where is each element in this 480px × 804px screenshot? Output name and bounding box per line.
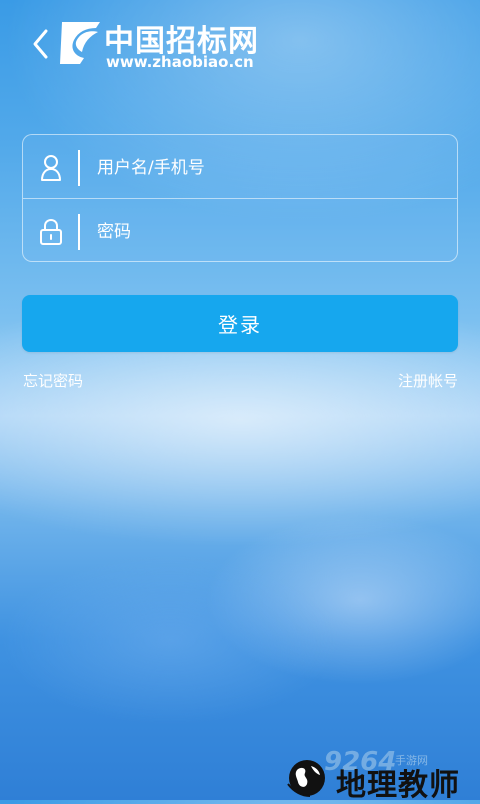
header: 中国招标网 www.zhaobiao.cn — [0, 0, 480, 80]
lock-icon — [40, 218, 62, 245]
login-button[interactable]: 登录 — [22, 295, 458, 352]
user-icon — [41, 155, 61, 181]
watermark-text: 地理教师 — [336, 768, 460, 803]
username-input[interactable] — [95, 145, 439, 191]
password-input[interactable] — [95, 209, 439, 255]
field-divider — [78, 214, 80, 250]
brand-url: www.zhaobiao.cn — [106, 53, 254, 71]
forgot-password-link[interactable]: 忘记密码 — [23, 370, 83, 391]
globe-icon — [287, 760, 325, 797]
login-form — [22, 134, 458, 262]
username-row — [23, 135, 457, 199]
chevron-left-icon[interactable] — [30, 27, 52, 61]
password-row — [23, 199, 457, 262]
register-link[interactable]: 注册帐号 — [398, 370, 458, 391]
field-divider — [78, 150, 80, 186]
logo-icon — [60, 22, 100, 64]
